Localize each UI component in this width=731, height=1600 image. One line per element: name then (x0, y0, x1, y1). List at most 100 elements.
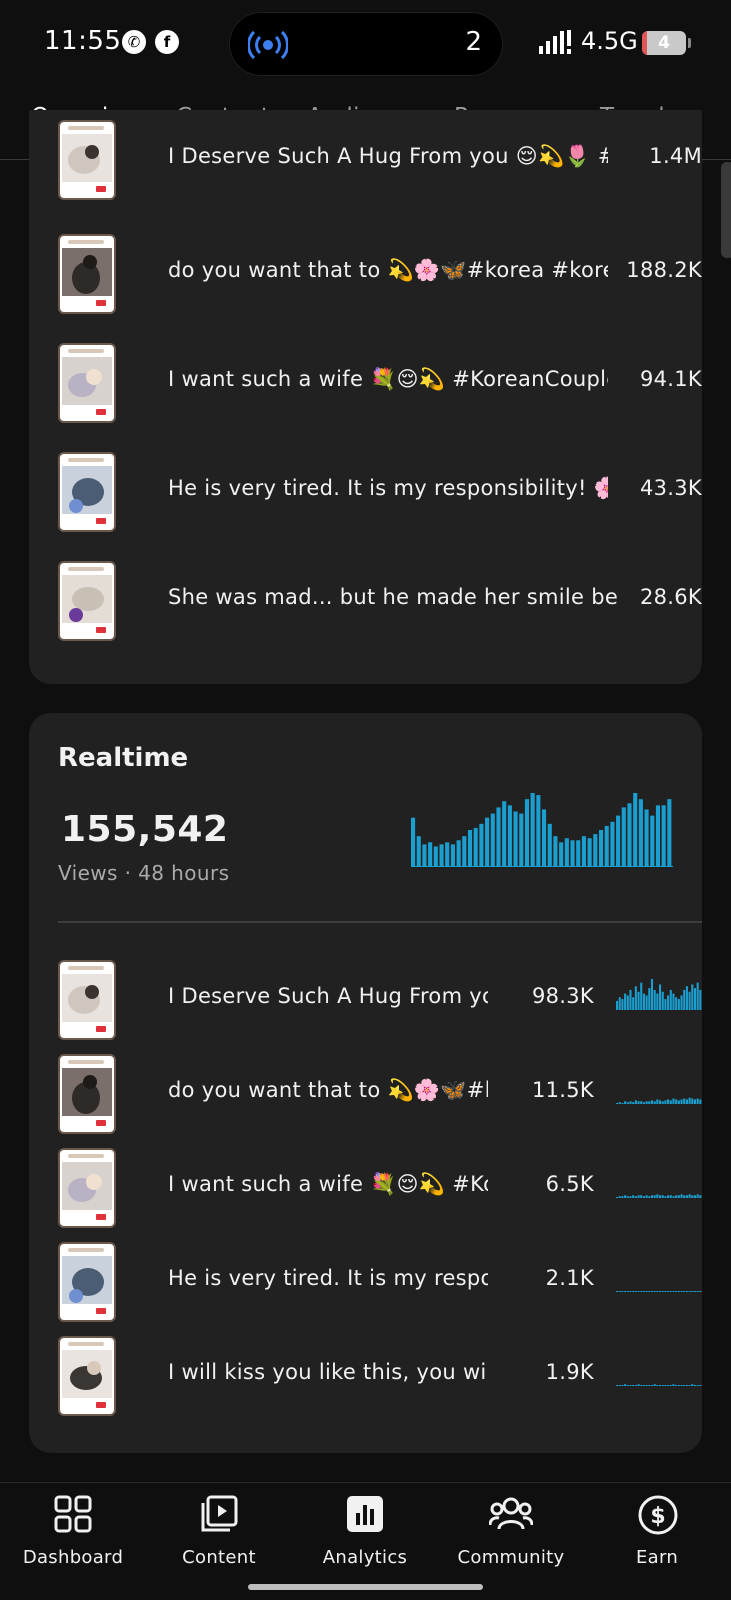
list-item[interactable]: I want such a wife 💐😌💫 #Ko... 6.5K (58, 1148, 702, 1228)
video-title: I want such a wife 💐😌💫 #Ko... (168, 1172, 488, 1196)
sparkline-bar (677, 1100, 680, 1104)
video-sparkline (616, 1097, 702, 1104)
sparkline-bar (696, 982, 699, 1010)
list-item[interactable]: She was mad... but he made her smile bef… (58, 561, 702, 641)
sparkline-bar (675, 1099, 678, 1104)
nav-earn[interactable]: $ Earn (584, 1483, 730, 1583)
chart-bar (536, 795, 541, 867)
sparkline-bar (688, 991, 691, 1010)
sparkline-bar (624, 1291, 627, 1292)
video-title: I want such a wife 💐😌💫 #KoreanCouple #..… (168, 367, 608, 391)
sparkline-bar (632, 1102, 635, 1104)
sparkline-bar (685, 1195, 688, 1198)
sparkline-bar (645, 1195, 648, 1198)
sparkline-bar (664, 1291, 667, 1292)
sparkline-bar (648, 1196, 651, 1198)
chart-bar (530, 793, 535, 867)
sparkline-bar (699, 1291, 702, 1292)
video-views: 188.2K (626, 258, 702, 282)
sparkline-bar (616, 1103, 619, 1104)
sparkline-bar (632, 1385, 635, 1386)
bottom-nav: Dashboard Content Analytics Community $ … (0, 1482, 731, 1600)
chart-bar (513, 811, 518, 867)
nav-label: Community (457, 1547, 565, 1568)
sparkline-bar (683, 1385, 686, 1386)
sparkline-bar (650, 1100, 654, 1104)
scrollbar[interactable] (721, 162, 731, 258)
sparkline-bar (661, 1195, 664, 1198)
video-title: I Deserve Such A Hug From you 😌💫🌷 #ko... (168, 144, 608, 168)
sparkline-bar (618, 1196, 621, 1198)
sparkline-bar (672, 993, 675, 1010)
sparkline-bar (656, 993, 659, 1010)
list-item[interactable]: I want such a wife 💐😌💫 #KoreanCouple #..… (58, 343, 702, 423)
sparkline-bar (629, 1385, 632, 1386)
chart-bar (416, 836, 421, 867)
sparkline-bar (640, 1385, 643, 1386)
sparkline-bar (691, 1291, 694, 1292)
sparkline-bar (621, 1385, 624, 1386)
chart-bar (633, 793, 638, 867)
chart-bar (559, 842, 564, 867)
sparkline-bar (659, 1291, 662, 1292)
chart-bar (655, 805, 661, 867)
list-item[interactable]: He is very tired. It is my respon... 2.1… (58, 1242, 702, 1322)
video-views: 1.4M (649, 144, 702, 168)
facebook-icon: f (155, 30, 179, 54)
sparkline-bar (645, 995, 648, 1010)
nav-analytics[interactable]: Analytics (292, 1483, 438, 1583)
sparkline-bar (629, 1291, 632, 1292)
nav-dashboard[interactable]: Dashboard (0, 1483, 146, 1583)
sparkline-bar (634, 1196, 637, 1198)
sparkline-bar (696, 1385, 699, 1386)
sparkline-bar (683, 989, 686, 1010)
video-thumbnail (58, 1242, 116, 1322)
list-item[interactable]: I Deserve Such A Hug From you 😌💫🌷 #ko...… (58, 120, 702, 200)
sparkline-bar (624, 993, 627, 1010)
list-item[interactable]: He is very tired. It is my responsibilit… (58, 452, 702, 532)
sparkline-bar (656, 1194, 659, 1198)
dynamic-island[interactable]: 2 (229, 12, 503, 76)
nav-content[interactable]: Content (146, 1483, 292, 1583)
chart-bar (661, 805, 666, 867)
chart-bar (439, 844, 444, 867)
sparkline-bar (616, 1385, 619, 1386)
chart-bar (621, 807, 626, 867)
divider (58, 921, 702, 923)
battery-icon: 4 (642, 31, 686, 55)
sparkline-bar (659, 1100, 662, 1104)
list-item[interactable]: I Deserve Such A Hug From you... 98.3K (58, 960, 702, 1040)
sparkline-bar (656, 1291, 659, 1292)
sparkline-bar (685, 1385, 688, 1386)
sparkline-bar (618, 1385, 621, 1386)
sparkline-bar (691, 1098, 694, 1104)
chart-bar (422, 844, 427, 867)
sparkline-bar (653, 989, 656, 1010)
chart-bar (507, 805, 512, 867)
chart-bar (479, 823, 484, 867)
sparkline-bar (653, 1384, 656, 1386)
sparkline-bar (616, 1000, 619, 1010)
sparkline-bar (659, 984, 662, 1010)
sparkline-bar (629, 989, 632, 1010)
sparkline-bar (661, 1385, 664, 1386)
home-indicator[interactable] (248, 1584, 483, 1590)
sparkline-bar (688, 1385, 691, 1386)
video-views: 1.9K (545, 1360, 594, 1384)
sparkline-bar (691, 1384, 694, 1386)
chart-bar (553, 836, 558, 867)
chart-bar (593, 834, 598, 867)
sparkline-bar (616, 1291, 619, 1292)
sparkline-bar (650, 1195, 654, 1198)
sparkline-bar (667, 1385, 670, 1386)
list-item[interactable]: do you want that to 💫🌸🦋#ko... 11.5K (58, 1054, 702, 1134)
list-item[interactable]: I will kiss you like this, you will n...… (58, 1336, 702, 1416)
sparkline-bar (675, 1291, 678, 1292)
chart-bar (490, 813, 495, 867)
chart-bar (462, 836, 467, 867)
nav-community[interactable]: Community (438, 1483, 584, 1583)
list-item[interactable]: do you want that to 💫🌸🦋#korea #korean...… (58, 234, 702, 314)
sparkline-bar (699, 1385, 702, 1386)
sparkline-bar (650, 1291, 654, 1292)
chart-bar (547, 823, 552, 867)
